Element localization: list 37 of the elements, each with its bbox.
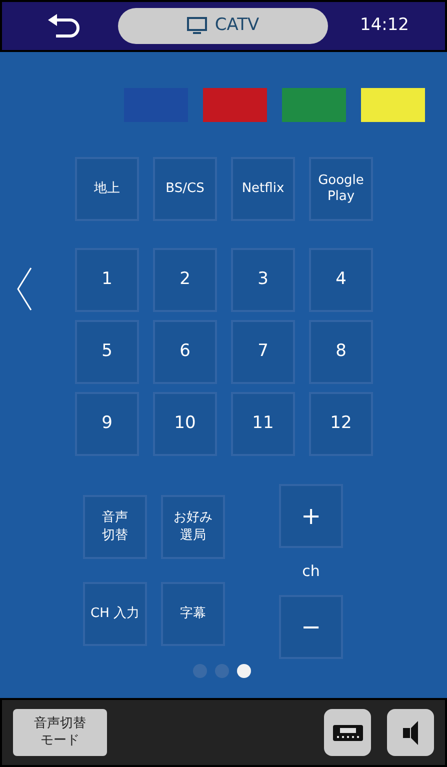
tv-icon	[186, 17, 207, 35]
number-button[interactable]: 8	[309, 320, 373, 384]
color-key[interactable]	[203, 88, 267, 122]
broadcast-button[interactable]: 地上	[75, 157, 139, 221]
number-button[interactable]: 11	[231, 392, 295, 456]
channel-down-button[interactable]: −	[279, 594, 343, 658]
color-key[interactable]	[282, 88, 346, 122]
number-button[interactable]: 10	[153, 392, 217, 456]
broadcast-button[interactable]: BS/CS	[153, 157, 217, 221]
number-button[interactable]: 12	[309, 392, 373, 456]
recorder-button[interactable]	[324, 709, 371, 756]
number-button[interactable]: 3	[231, 248, 295, 312]
source-pill[interactable]: CATV	[118, 8, 328, 44]
chevron-left-icon[interactable]	[16, 267, 32, 311]
function-button[interactable]: CH 入力	[83, 582, 147, 646]
number-button[interactable]: 6	[153, 320, 217, 384]
number-button[interactable]: 2	[153, 248, 217, 312]
source-label: CATV	[214, 14, 260, 38]
channel-label: ch	[302, 561, 320, 582]
number-button[interactable]: 7	[231, 320, 295, 384]
number-button[interactable]: 1	[75, 248, 139, 312]
clock: 14:12	[360, 14, 409, 38]
function-button[interactable]: 字幕	[161, 582, 225, 646]
number-button[interactable]: 4	[309, 248, 373, 312]
channel-up-button[interactable]: +	[279, 484, 343, 548]
number-button[interactable]: 9	[75, 392, 139, 456]
back-icon	[46, 13, 82, 39]
speaker-icon	[402, 720, 418, 746]
speaker-button[interactable]	[387, 709, 434, 756]
broadcast-button[interactable]: Netflix	[231, 157, 295, 221]
recorder-icon	[332, 722, 362, 742]
number-button[interactable]: 5	[75, 320, 139, 384]
color-key[interactable]	[361, 88, 425, 122]
function-button[interactable]: お好み 選局	[161, 495, 225, 559]
audio-mode-button[interactable]: 音声切替 モード	[13, 709, 107, 756]
broadcast-button[interactable]: Google Play	[309, 157, 373, 221]
function-button[interactable]: 音声 切替	[83, 495, 147, 559]
